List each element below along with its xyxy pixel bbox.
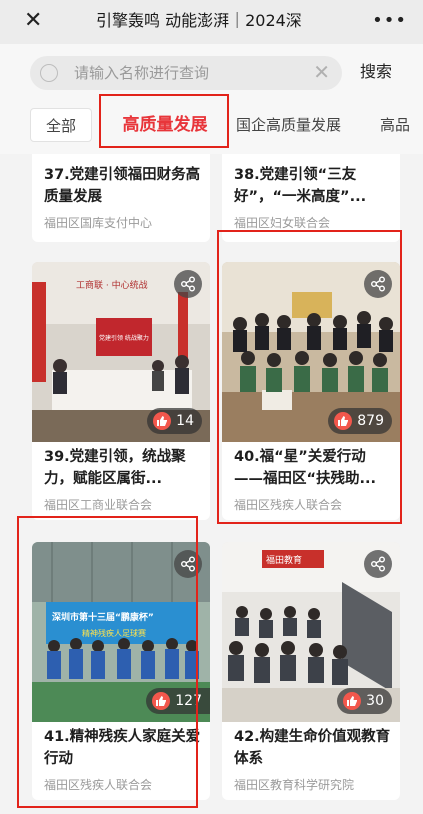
like-count-badge[interactable]: 14 [147,408,202,434]
wall-sign: 福田教育 [266,554,302,566]
thumbs-up-icon [343,692,362,710]
share-icon [371,556,385,572]
activity-card-40[interactable]: 879 40.福“星”关爱行动——福田区“扶残助... 福田区残疾人联合会 [222,262,400,520]
share-button[interactable] [364,270,392,298]
card-org: 福田区妇女联合会 [234,216,331,230]
activity-card-41[interactable]: 深圳市第十三届“鹏康杯” 精神残疾人足球赛 127 41.精神残疾人家庭关爱行动… [32,542,210,800]
like-count: 30 [366,693,384,709]
search-input[interactable] [74,63,294,83]
share-button[interactable] [364,550,392,578]
card-photo: 深圳市第十三届“鹏康杯” 精神残疾人足球赛 127 [32,542,210,722]
tab-high-quality-development[interactable]: 高质量发展 [104,108,226,142]
thumbs-up-icon [152,692,171,710]
tab-partial[interactable]: 高品 [380,108,410,142]
card-title: 39.党建引领，统战聚力，赋能区属街... [44,449,186,487]
share-icon [371,276,385,292]
card-title: 37.党建引领福田财务高质量发展 [44,167,201,205]
screen-text: 党建引领 统战聚力 [99,334,149,342]
search-row: ✕ 搜索 [0,44,423,98]
tab-soe-high-quality-development[interactable]: 国企高质量发展 [236,108,341,142]
card-org: 福田区国库支付中心 [44,216,153,230]
wall-slogan: 工商联 · 中心统战 [76,279,148,291]
search-icon [40,64,58,82]
activity-card-37[interactable]: 37.党建引领福田财务高质量发展 福田区国库支付中心 [32,154,210,242]
activity-card-42[interactable]: 福田教育 30 42.构建生命价值观教育体系 福田区教育科学研究院 [222,542,400,800]
card-org: 福田区残疾人联合会 [44,778,153,792]
title-bar: ✕ 引擎轰鸣 动能澎湃｜2024深 ••• [0,0,423,44]
card-photo: 工商联 · 中心统战 党建引领 统战聚力 14 [32,262,210,442]
search-box[interactable]: ✕ [30,56,342,90]
tab-all[interactable]: 全部 [30,108,92,142]
card-org: 福田区工商业联合会 [44,498,153,512]
share-icon [181,276,195,292]
like-count-badge[interactable]: 30 [337,688,392,714]
like-count-badge[interactable]: 127 [146,688,210,714]
card-title: 42.构建生命价值观教育体系 [234,729,391,767]
like-count: 879 [357,413,384,429]
banner-title: 深圳市第十三届“鹏康杯” [52,611,154,623]
share-icon [181,556,195,572]
like-count: 14 [176,413,194,429]
banner-subtitle: 精神残疾人足球赛 [82,628,146,638]
page-title: 引擎轰鸣 动能澎湃｜2024深 [96,11,302,30]
thumbs-up-icon [153,412,172,430]
card-title: 40.福“星”关爱行动——福田区“扶残助... [234,449,377,487]
activity-card-39[interactable]: 工商联 · 中心统战 党建引领 统战聚力 14 39.党建引领，统战聚力，赋能区… [32,262,210,520]
more-options-icon[interactable]: ••• [372,6,407,36]
card-title: 41.精神残疾人家庭关爱行动 [44,729,201,767]
like-count-badge[interactable]: 879 [328,408,392,434]
clear-icon[interactable]: ✕ [313,60,330,84]
card-org: 福田区残疾人联合会 [234,498,343,512]
card-title: 38.党建引领“三友好”，“一米高度”... [234,167,367,205]
share-button[interactable] [174,550,202,578]
like-count: 127 [175,693,202,709]
activity-card-38[interactable]: 38.党建引领“三友好”，“一米高度”... 福田区妇女联合会 [222,154,400,242]
card-photo: 879 [222,262,400,442]
close-icon[interactable]: ✕ [24,6,42,36]
card-photo: 福田教育 30 [222,542,400,722]
thumbs-up-icon [334,412,353,430]
search-button[interactable]: 搜索 [360,61,392,83]
share-button[interactable] [174,270,202,298]
card-org: 福田区教育科学研究院 [234,778,355,792]
category-tabs: 全部 高质量发展 国企高质量发展 高品 [0,98,423,154]
